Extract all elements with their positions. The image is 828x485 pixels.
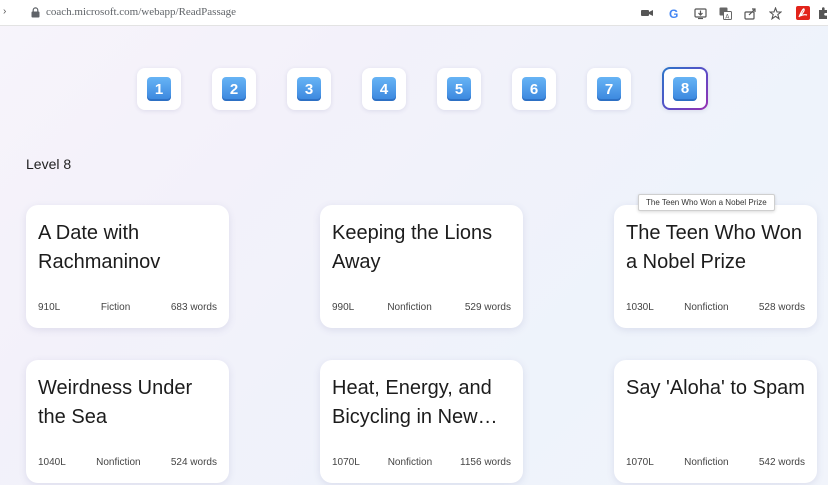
passage-card[interactable]: Keeping the Lions Away 990L Nonfiction 5… — [320, 205, 523, 328]
translate-icon[interactable]: A — [717, 5, 733, 21]
passage-genre: Nonfiction — [387, 302, 432, 313]
passage-card[interactable]: Heat, Energy, and Bicycling in New York … — [320, 360, 523, 483]
level-8-button-selected[interactable]: 8 — [662, 67, 708, 110]
svg-text:G: G — [669, 7, 678, 20]
passage-genre: Nonfiction — [96, 457, 141, 468]
passage-meta: 1070L Nonfiction 1156 words — [332, 457, 511, 468]
passage-genre: Nonfiction — [387, 457, 433, 468]
level-7-button[interactable]: 7 — [587, 68, 631, 110]
google-icon[interactable]: G — [666, 5, 682, 21]
passage-meta: 1040L Nonfiction 524 words — [38, 457, 217, 468]
level-number-badge: 2 — [222, 77, 246, 101]
passage-meta: 1070L Nonfiction 542 words — [626, 457, 805, 468]
lexile-level: 1070L — [626, 457, 654, 468]
passage-title: The Teen Who Won a Nobel Prize — [626, 222, 803, 273]
level-4-button[interactable]: 4 — [362, 68, 406, 110]
passage-title: Say 'Aloha' to Spam — [626, 377, 805, 399]
lexile-level: 910L — [38, 302, 61, 313]
title-tooltip: The Teen Who Won a Nobel Prize — [638, 194, 775, 211]
level-heading: Level 8 — [26, 156, 72, 172]
level-6-button[interactable]: 6 — [512, 68, 556, 110]
passage-title: A Date with Rachmaninov — [38, 222, 161, 273]
passage-card[interactable]: A Date with Rachmaninov 910L Fiction 683… — [26, 205, 229, 328]
lexile-level: 1070L — [332, 457, 360, 468]
word-count: 683 words — [170, 302, 217, 313]
share-icon[interactable] — [742, 5, 758, 21]
level-number-badge: 7 — [597, 77, 621, 101]
level-number-badge: 5 — [447, 77, 471, 101]
passage-card[interactable]: The Teen Who Won a Nobel Prize 1030L Non… — [614, 205, 817, 328]
browser-address-bar: › coach.microsoft.com/webapp/ReadPassage… — [0, 0, 828, 26]
star-bookmark-icon[interactable] — [767, 5, 783, 21]
word-count: 1156 words — [460, 457, 511, 468]
extensions-icon[interactable] — [817, 5, 828, 21]
level-number-badge: 3 — [297, 77, 321, 101]
level-1-button[interactable]: 1 — [137, 68, 181, 110]
level-3-button[interactable]: 3 — [287, 68, 331, 110]
lexile-level: 1040L — [38, 457, 66, 468]
word-count: 524 words — [170, 457, 217, 468]
word-count: 529 words — [464, 302, 511, 313]
level-number-badge: 6 — [522, 77, 546, 101]
word-count: 542 words — [758, 457, 805, 468]
level-number-badge: 4 — [372, 77, 396, 101]
passage-meta: 1030L Nonfiction 528 words — [626, 302, 805, 313]
passage-card[interactable]: Say 'Aloha' to Spam 1070L Nonfiction 542… — [614, 360, 817, 483]
passage-genre: Nonfiction — [684, 457, 729, 468]
level-number-badge: 8 — [673, 76, 697, 101]
passage-title: Keeping the Lions Away — [332, 222, 493, 273]
lexile-level: 990L — [332, 302, 355, 313]
camera-icon[interactable] — [639, 5, 655, 21]
passage-card[interactable]: Weirdness Under the Sea 1040L Nonfiction… — [26, 360, 229, 483]
level-number-badge: 1 — [147, 77, 171, 101]
passage-title: Heat, Energy, and Bicycling in New York — [332, 377, 492, 428]
passage-genre: Fiction — [100, 302, 131, 313]
passage-meta: 910L Fiction 683 words — [38, 302, 217, 313]
window-edge-glyph: › — [3, 6, 7, 17]
install-app-icon[interactable] — [692, 5, 708, 21]
passage-genre: Nonfiction — [684, 302, 729, 313]
level-5-button[interactable]: 5 — [437, 68, 481, 110]
passage-meta: 990L Nonfiction 529 words — [332, 302, 511, 313]
level-2-button[interactable]: 2 — [212, 68, 256, 110]
address-url[interactable]: coach.microsoft.com/webapp/ReadPassage — [46, 6, 236, 18]
acrobat-icon[interactable] — [795, 5, 811, 21]
passage-title: Weirdness Under the Sea — [38, 377, 193, 428]
lock-icon[interactable] — [31, 7, 40, 18]
word-count: 528 words — [758, 302, 805, 313]
lexile-level: 1030L — [626, 302, 654, 313]
